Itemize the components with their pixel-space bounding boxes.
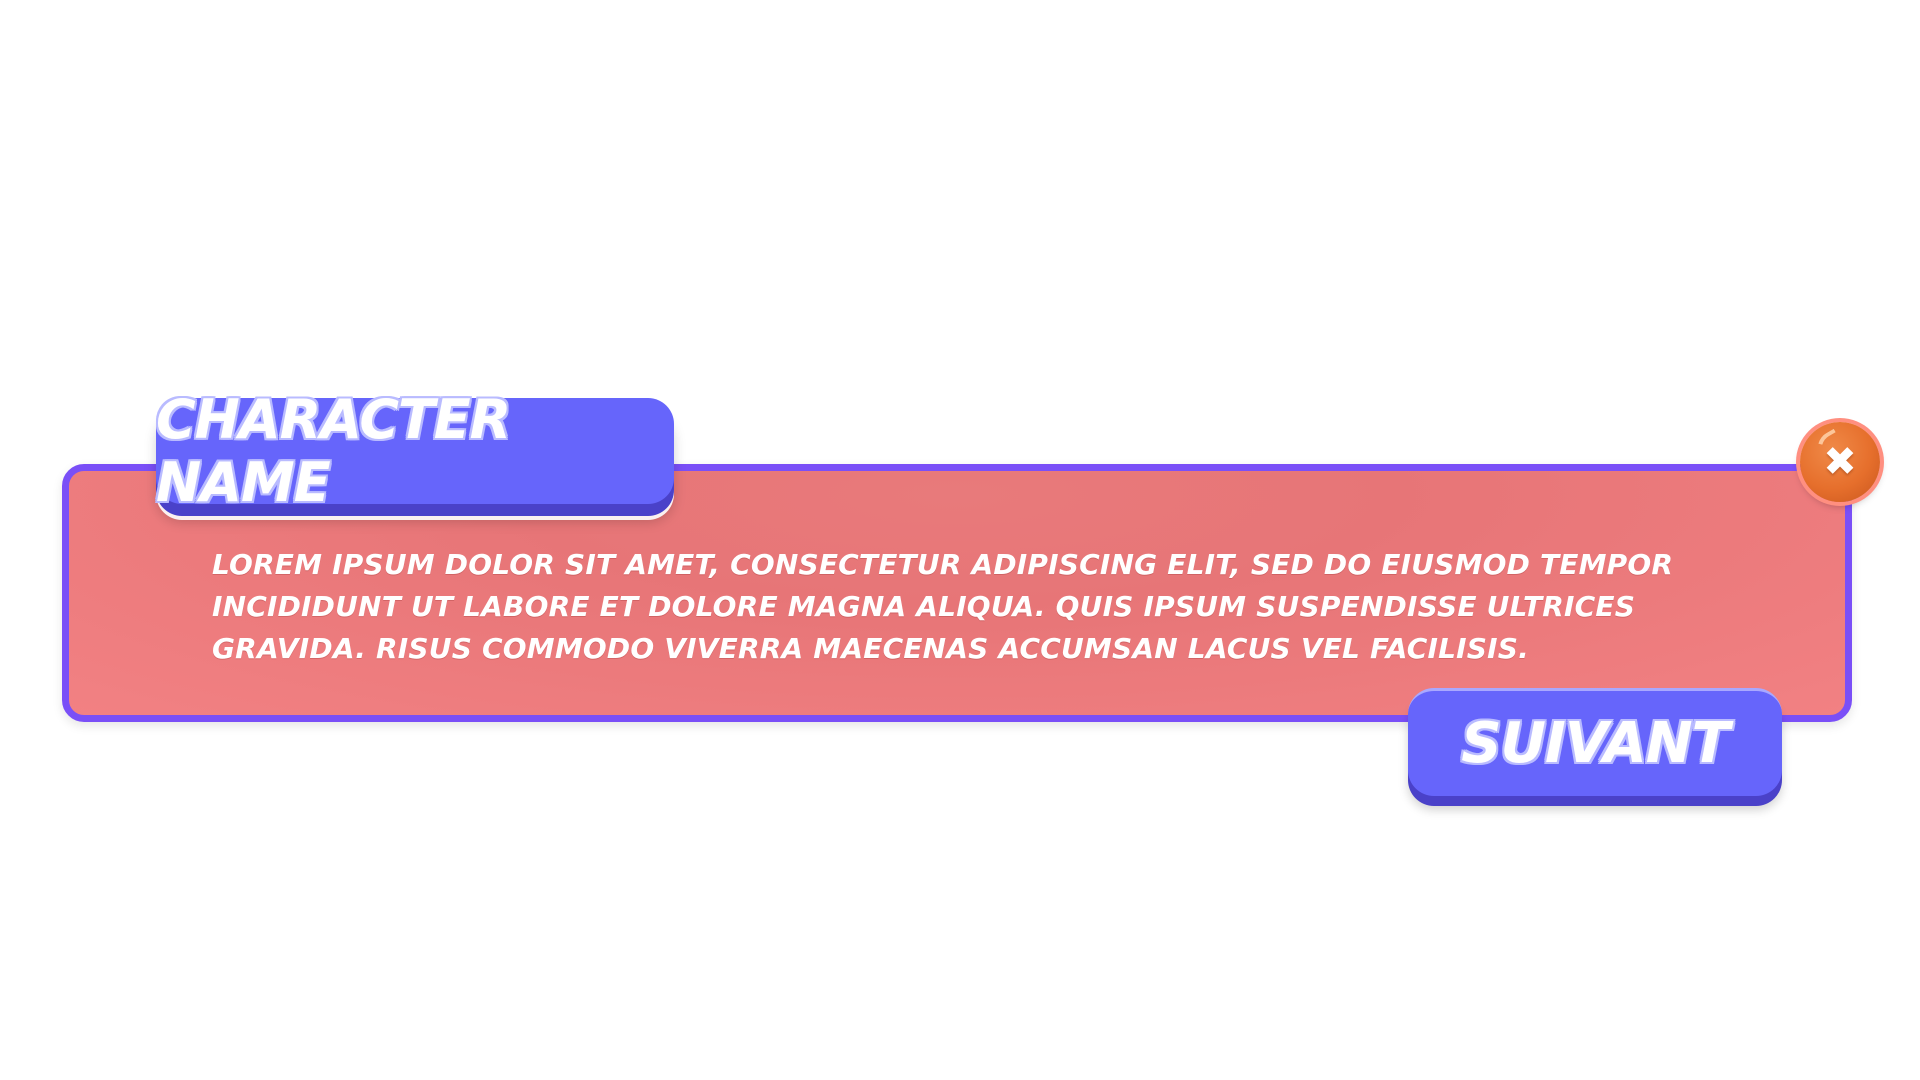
game-stage: LOREM IPSUM DOLOR SIT AMET, CONSECTETUR … <box>0 0 1920 1080</box>
dialog-text: LOREM IPSUM DOLOR SIT AMET, CONSECTETUR … <box>212 548 1674 665</box>
character-name: CHARACTER NAME <box>156 388 511 514</box>
close-button[interactable]: ✖ <box>1800 422 1880 502</box>
close-icon: ✖ <box>1823 439 1857 485</box>
next-button[interactable]: SUIVANT <box>1408 688 1782 796</box>
character-name-plate: CHARACTER NAME <box>156 388 674 514</box>
next-button-label: SUIVANT <box>1461 711 1730 776</box>
